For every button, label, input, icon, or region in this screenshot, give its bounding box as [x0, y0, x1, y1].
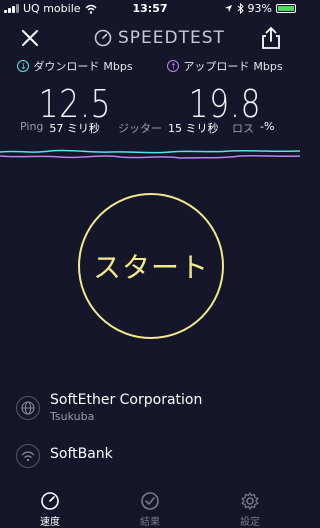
jitter-unit: ミリ秒 [185, 122, 219, 135]
server-name: SoftEther Corporation [50, 392, 203, 408]
battery-percent: 93% [247, 2, 272, 15]
loss-label: ロス [232, 122, 254, 135]
server-location: Tsukuba [50, 410, 95, 423]
bottom-nav: 速度 結果 設定 [0, 487, 300, 528]
bluetooth-icon [237, 3, 244, 14]
upload-label: アップロード [183, 60, 250, 73]
ping-unit: ミリ秒 [66, 122, 100, 135]
share-icon[interactable] [260, 26, 282, 50]
download-unit: Mbps [103, 59, 133, 73]
speedometer-icon [94, 29, 112, 47]
upload-arrow-icon: ↑ [167, 60, 180, 72]
start-button-label: スタート [92, 251, 209, 284]
gear-icon [241, 491, 259, 511]
jitter-stat: ジッター 15 ミリ秒 [118, 120, 219, 136]
location-icon [224, 4, 232, 13]
download-metric: ↓ ダウンロード Mbps 12.5 [0, 58, 150, 126]
top-bar: SPEEDTEST [0, 24, 300, 52]
status-bar: UQ mobile 13:57 93% [0, 0, 300, 18]
loss-stat: ロス -% [232, 120, 274, 136]
jitter-label: ジッター [118, 122, 162, 135]
start-button[interactable]: スタート [78, 193, 224, 339]
battery-icon [276, 4, 296, 13]
ping-label: Ping [20, 120, 44, 133]
wifi-provider-icon [16, 444, 40, 468]
speedometer-icon [41, 492, 59, 510]
nav-item-speed[interactable]: 速度 [0, 491, 100, 528]
nav-item-settings[interactable]: 設定 [200, 491, 300, 528]
ping-value: 57 [49, 122, 64, 135]
ping-stat: Ping 57 ミリ秒 [20, 120, 100, 136]
check-circle-icon [141, 492, 159, 510]
upload-graph-line [0, 154, 300, 159]
close-icon[interactable] [18, 26, 42, 50]
brand-title: SPEEDTEST [118, 28, 225, 48]
loss-value: -% [260, 120, 275, 133]
jitter-value: 15 [168, 122, 182, 135]
upload-unit: Mbps [253, 59, 283, 73]
nav-item-results-label: 結果 [140, 517, 160, 528]
download-arrow-icon: ↓ [17, 60, 30, 72]
download-graph-line [0, 149, 300, 154]
download-label: ダウンロード [33, 60, 100, 73]
upload-metric: ↑ アップロード Mbps 19.8 [150, 58, 300, 126]
nav-item-settings-label: 設定 [240, 517, 260, 528]
provider-name: SoftBank [50, 446, 113, 462]
globe-icon [16, 396, 40, 420]
nav-item-speed-label: 速度 [40, 517, 60, 528]
nav-item-results[interactable]: 結果 [100, 491, 200, 528]
speed-graph [0, 149, 300, 159]
app-brand: SPEEDTEST [94, 28, 225, 48]
